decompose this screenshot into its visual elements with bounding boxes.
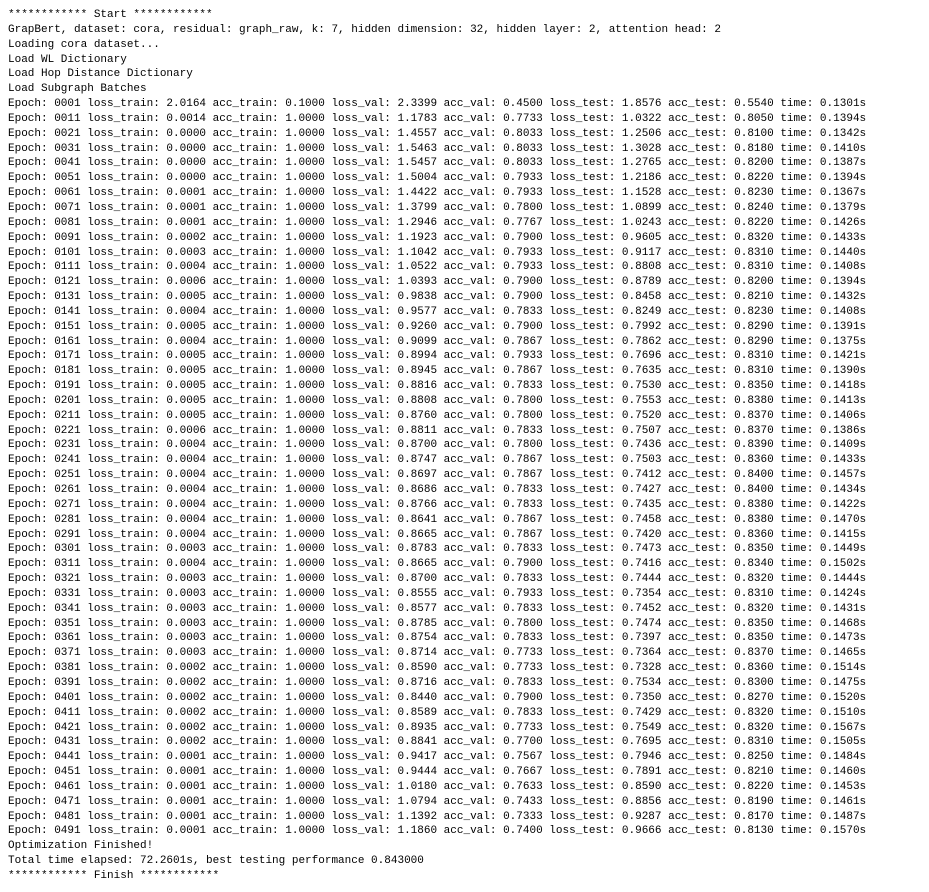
total-time-line: Total time elapsed: 72.2601s, best testi… <box>8 854 921 869</box>
epoch-line: Epoch: 0081 loss_train: 0.0001 acc_train… <box>8 216 921 231</box>
epoch-line: Epoch: 0181 loss_train: 0.0005 acc_train… <box>8 364 921 379</box>
epoch-line: Epoch: 0011 loss_train: 0.0014 acc_train… <box>8 112 921 127</box>
epoch-line: Epoch: 0361 loss_train: 0.0003 acc_train… <box>8 631 921 646</box>
epoch-line: Epoch: 0241 loss_train: 0.0004 acc_train… <box>8 453 921 468</box>
epoch-line: Epoch: 0401 loss_train: 0.0002 acc_train… <box>8 691 921 706</box>
epoch-line: Epoch: 0311 loss_train: 0.0004 acc_train… <box>8 557 921 572</box>
epoch-line: Epoch: 0491 loss_train: 0.0001 acc_train… <box>8 824 921 839</box>
epoch-line: Epoch: 0091 loss_train: 0.0002 acc_train… <box>8 231 921 246</box>
epoch-line: Epoch: 0171 loss_train: 0.0005 acc_train… <box>8 349 921 364</box>
epoch-line: Epoch: 0271 loss_train: 0.0004 acc_train… <box>8 498 921 513</box>
epoch-line: Epoch: 0231 loss_train: 0.0004 acc_train… <box>8 438 921 453</box>
epoch-line: Epoch: 0411 loss_train: 0.0002 acc_train… <box>8 706 921 721</box>
epoch-line: Epoch: 0481 loss_train: 0.0001 acc_train… <box>8 810 921 825</box>
epoch-line: Epoch: 0291 loss_train: 0.0004 acc_train… <box>8 528 921 543</box>
epoch-line: Epoch: 0371 loss_train: 0.0003 acc_train… <box>8 646 921 661</box>
epoch-line: Epoch: 0321 loss_train: 0.0003 acc_train… <box>8 572 921 587</box>
epoch-line: Epoch: 0111 loss_train: 0.0004 acc_train… <box>8 260 921 275</box>
epoch-line: Epoch: 0131 loss_train: 0.0005 acc_train… <box>8 290 921 305</box>
epoch-line: Epoch: 0431 loss_train: 0.0002 acc_train… <box>8 735 921 750</box>
epoch-line: Epoch: 0021 loss_train: 0.0000 acc_train… <box>8 127 921 142</box>
epoch-line: Epoch: 0451 loss_train: 0.0001 acc_train… <box>8 765 921 780</box>
epoch-line: Epoch: 0201 loss_train: 0.0005 acc_train… <box>8 394 921 409</box>
epoch-line: Epoch: 0071 loss_train: 0.0001 acc_train… <box>8 201 921 216</box>
epoch-line: Epoch: 0051 loss_train: 0.0000 acc_train… <box>8 171 921 186</box>
config-line: GrapBert, dataset: cora, residual: graph… <box>8 23 921 38</box>
epoch-line: Epoch: 0161 loss_train: 0.0004 acc_train… <box>8 335 921 350</box>
epoch-line: Epoch: 0461 loss_train: 0.0001 acc_train… <box>8 780 921 795</box>
loading-line: Loading cora dataset... <box>8 38 921 53</box>
epoch-line: Epoch: 0041 loss_train: 0.0000 acc_train… <box>8 156 921 171</box>
terminal-output: ************ Start ************GrapBert,… <box>8 8 921 884</box>
epoch-line: Epoch: 0381 loss_train: 0.0002 acc_train… <box>8 661 921 676</box>
epoch-line: Epoch: 0331 loss_train: 0.0003 acc_train… <box>8 587 921 602</box>
epoch-line: Epoch: 0421 loss_train: 0.0002 acc_train… <box>8 721 921 736</box>
epoch-line: Epoch: 0261 loss_train: 0.0004 acc_train… <box>8 483 921 498</box>
epoch-line: Epoch: 0301 loss_train: 0.0003 acc_train… <box>8 542 921 557</box>
epoch-line: Epoch: 0001 loss_train: 2.0164 acc_train… <box>8 97 921 112</box>
epoch-line: Epoch: 0341 loss_train: 0.0003 acc_train… <box>8 602 921 617</box>
optimization-finished-line: Optimization Finished! <box>8 839 921 854</box>
epoch-line: Epoch: 0191 loss_train: 0.0005 acc_train… <box>8 379 921 394</box>
epoch-line: Epoch: 0391 loss_train: 0.0002 acc_train… <box>8 676 921 691</box>
load-wl-line: Load WL Dictionary <box>8 53 921 68</box>
epoch-line: Epoch: 0031 loss_train: 0.0000 acc_train… <box>8 142 921 157</box>
epoch-line: Epoch: 0221 loss_train: 0.0006 acc_train… <box>8 424 921 439</box>
epoch-line: Epoch: 0251 loss_train: 0.0004 acc_train… <box>8 468 921 483</box>
epoch-line: Epoch: 0121 loss_train: 0.0006 acc_train… <box>8 275 921 290</box>
epoch-line: Epoch: 0141 loss_train: 0.0004 acc_train… <box>8 305 921 320</box>
load-subgraph-line: Load Subgraph Batches <box>8 82 921 97</box>
epoch-line: Epoch: 0061 loss_train: 0.0001 acc_train… <box>8 186 921 201</box>
start-line: ************ Start ************ <box>8 8 921 23</box>
epoch-line: Epoch: 0471 loss_train: 0.0001 acc_train… <box>8 795 921 810</box>
epoch-line: Epoch: 0151 loss_train: 0.0005 acc_train… <box>8 320 921 335</box>
epoch-line: Epoch: 0211 loss_train: 0.0005 acc_train… <box>8 409 921 424</box>
epoch-line: Epoch: 0441 loss_train: 0.0001 acc_train… <box>8 750 921 765</box>
epoch-line: Epoch: 0281 loss_train: 0.0004 acc_train… <box>8 513 921 528</box>
load-hop-line: Load Hop Distance Dictionary <box>8 67 921 82</box>
epoch-line: Epoch: 0351 loss_train: 0.0003 acc_train… <box>8 617 921 632</box>
finish-line: ************ Finish ************ <box>8 869 921 884</box>
epoch-line: Epoch: 0101 loss_train: 0.0003 acc_train… <box>8 246 921 261</box>
